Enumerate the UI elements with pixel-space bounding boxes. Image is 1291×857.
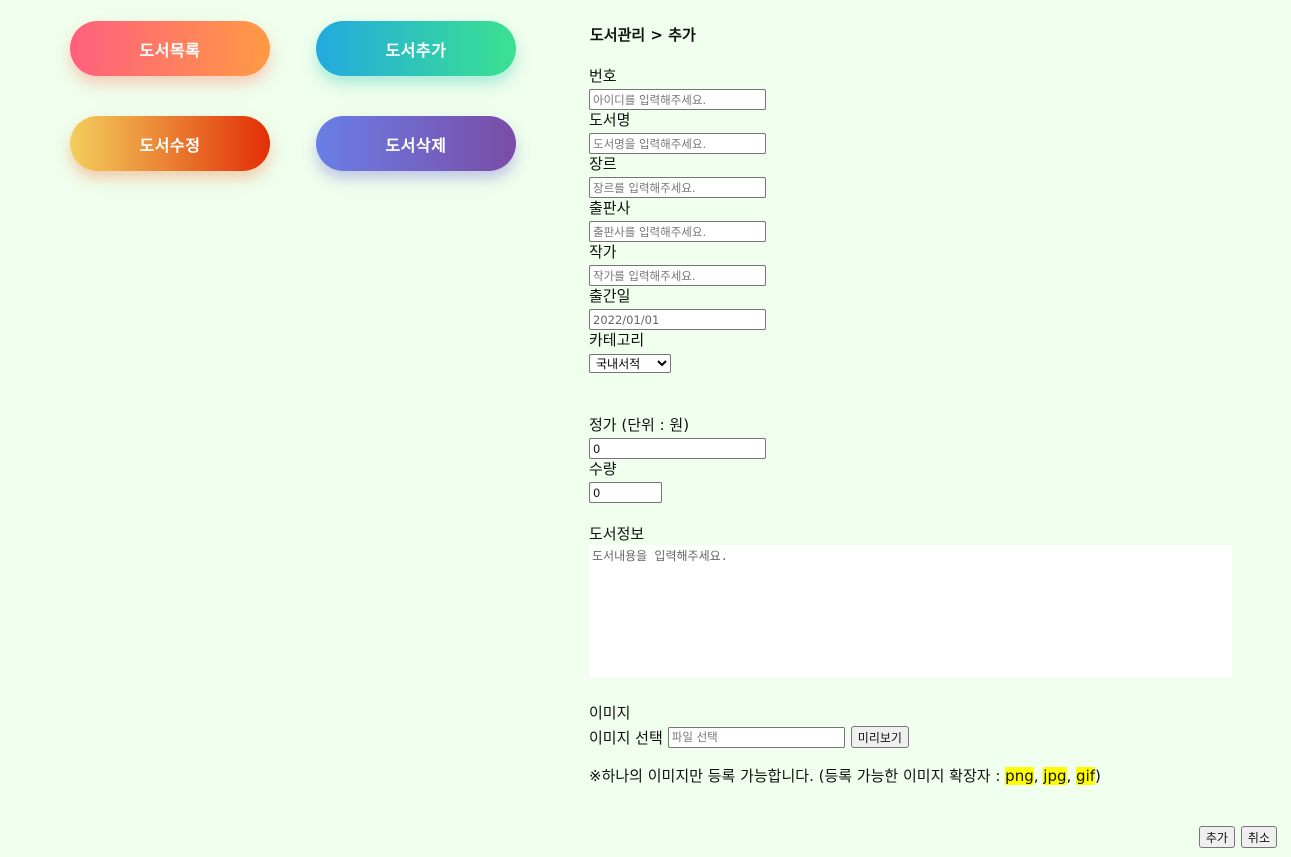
- image-note-suffix: ): [1095, 767, 1101, 785]
- price-input[interactable]: [589, 438, 766, 459]
- image-note: ※하나의 이미지만 등록 가능합니다. (등록 가능한 이미지 확장자 : pn…: [589, 765, 1101, 787]
- image-note-prefix: ※하나의 이미지만 등록 가능합니다. (등록 가능한 이미지 확장자 :: [589, 767, 1006, 785]
- ext-sep-2: ,: [1066, 767, 1077, 785]
- book-edit-button[interactable]: 도서수정: [70, 116, 270, 171]
- book-delete-button[interactable]: 도서삭제: [316, 116, 516, 171]
- title-label: 도서명: [589, 111, 631, 129]
- pub-date-label: 출간일: [589, 287, 631, 305]
- info-label: 도서정보: [589, 525, 645, 543]
- image-label: 이미지: [589, 704, 631, 722]
- price-label: 정가 (단위 : 원): [589, 416, 690, 434]
- publisher-label: 출판사: [589, 199, 631, 217]
- quantity-label: 수량: [589, 460, 617, 478]
- ext-sep-1: ,: [1033, 767, 1044, 785]
- preview-button[interactable]: 미리보기: [850, 726, 909, 748]
- page: 도서목록 도서추가 도서수정 도서삭제 도서관리 > 추가 번호 도서명 장르 …: [0, 0, 1291, 857]
- ext-gif: gif: [1076, 767, 1096, 785]
- author-label: 작가: [589, 243, 617, 261]
- info-textarea[interactable]: [589, 545, 1232, 678]
- ext-png: png: [1005, 767, 1034, 785]
- title-input[interactable]: [589, 133, 766, 154]
- book-list-button[interactable]: 도서목록: [70, 21, 270, 76]
- author-input[interactable]: [589, 265, 766, 286]
- category-label: 카테고리: [589, 331, 645, 349]
- publisher-input[interactable]: [589, 221, 766, 242]
- form-actions: 추가 취소: [1198, 826, 1277, 848]
- id-label: 번호: [589, 67, 617, 85]
- image-select-row: 이미지 선택 미리보기: [589, 726, 909, 748]
- ext-jpg: jpg: [1043, 767, 1067, 785]
- file-input[interactable]: [667, 726, 845, 748]
- image-select-label: 이미지 선택: [589, 728, 663, 747]
- book-add-button[interactable]: 도서추가: [316, 21, 516, 76]
- cancel-button[interactable]: 취소: [1240, 826, 1277, 848]
- breadcrumb: 도서관리 > 추가: [590, 26, 696, 44]
- genre-label: 장르: [589, 155, 617, 173]
- book-add-form: 도서관리 > 추가 번호 도서명 장르 출판사 작가 출간일 카테고리 국내서적…: [589, 0, 1279, 857]
- id-input[interactable]: [589, 89, 766, 110]
- category-select[interactable]: 국내서적: [589, 354, 671, 373]
- genre-input[interactable]: [589, 177, 766, 198]
- quantity-input[interactable]: [589, 482, 662, 503]
- pub-date-input[interactable]: [589, 309, 766, 330]
- submit-add-button[interactable]: 추가: [1198, 826, 1235, 848]
